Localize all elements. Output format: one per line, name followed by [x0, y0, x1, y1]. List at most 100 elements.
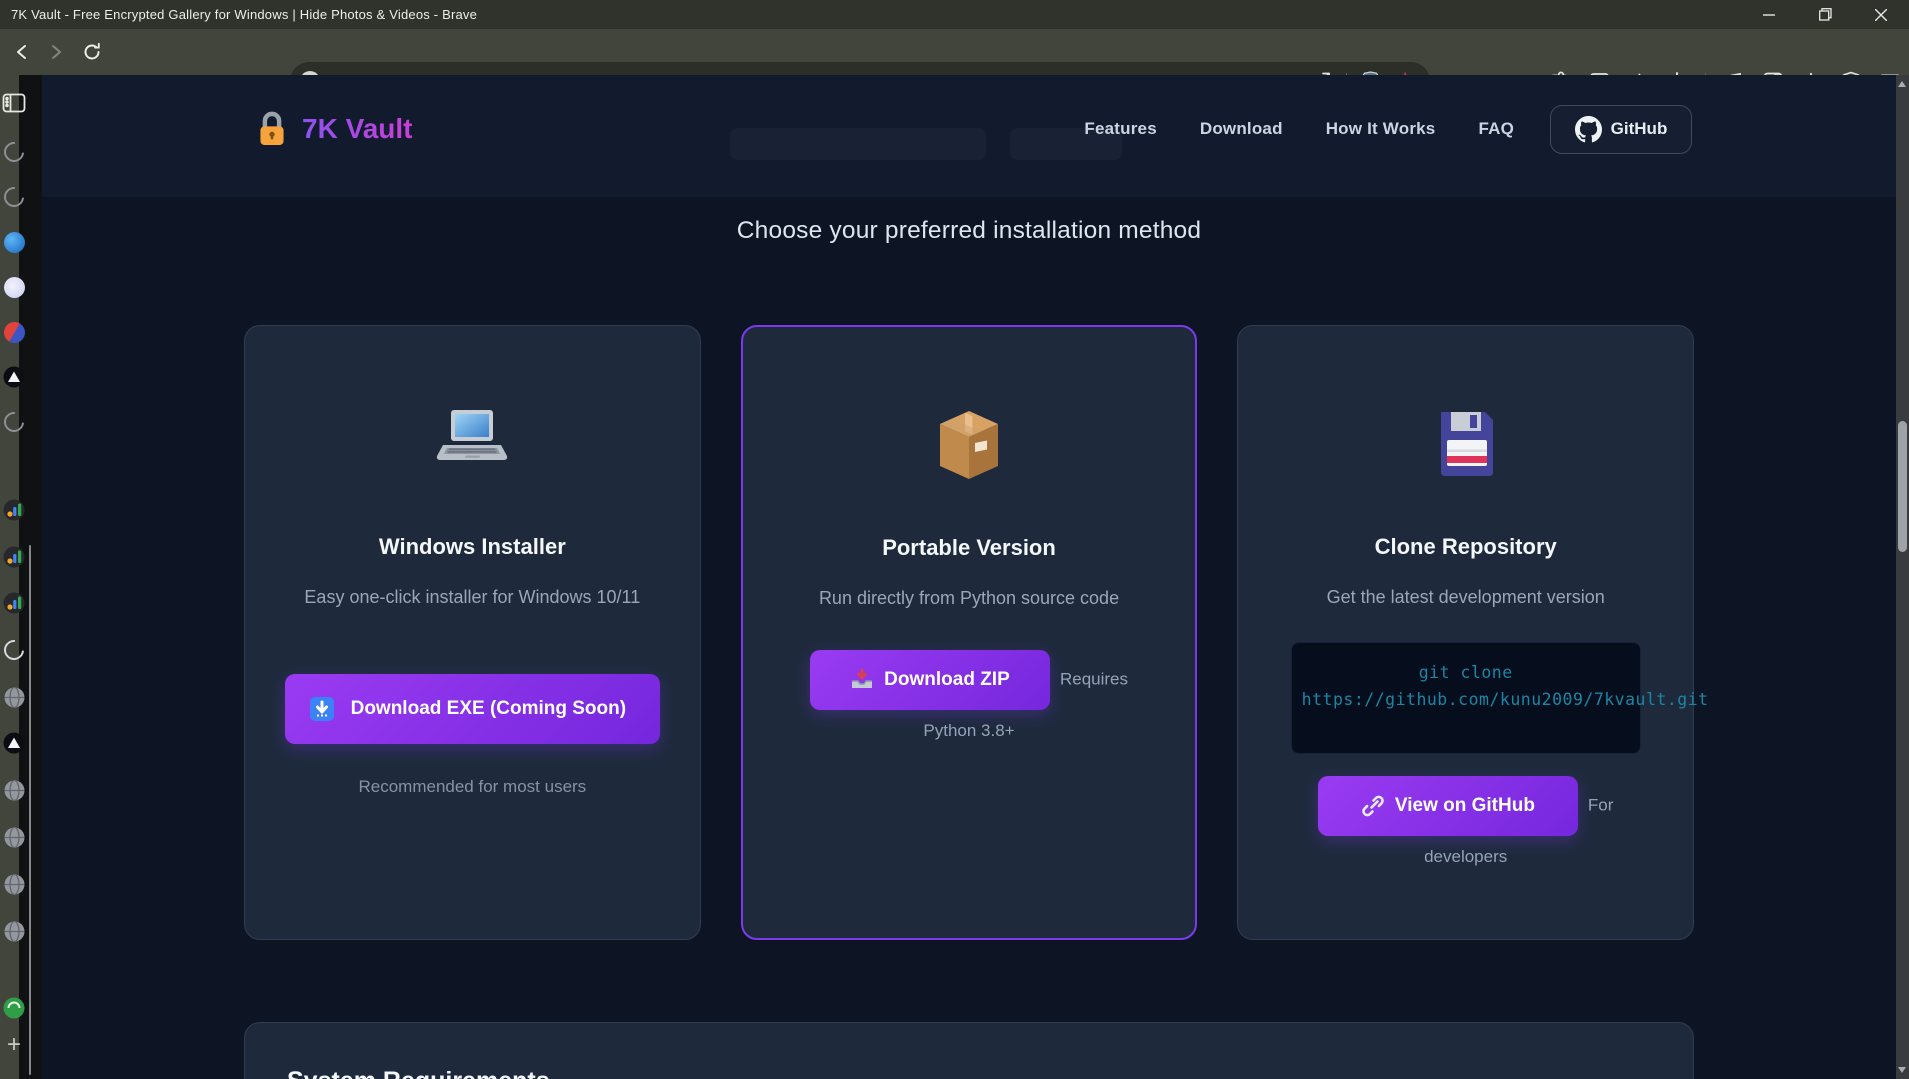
tab-favicon[interactable] [2, 498, 26, 522]
green-site-icon [3, 997, 25, 1019]
tab-favicon[interactable] [2, 685, 26, 709]
plus-icon: + [7, 1035, 21, 1055]
card-note: Recommended for most users [285, 777, 660, 797]
download-zip-button[interactable]: Download ZIP [810, 650, 1050, 710]
download-zip-label: Download ZIP [884, 669, 1010, 691]
git-clone-code: git clone https://github.com/kunu2009/7k… [1291, 642, 1641, 754]
scroll-down-arrow[interactable] [1898, 1067, 1906, 1073]
globe-site-icon [4, 780, 25, 801]
tab-favicon[interactable] [2, 545, 26, 569]
tab-favicon[interactable] [2, 365, 26, 389]
tab-favicon[interactable] [2, 778, 26, 802]
header-glow [730, 128, 986, 160]
globe-site-icon [4, 874, 25, 895]
tab-favicon[interactable] [2, 230, 26, 254]
nav-item-how-it-works[interactable]: How It Works [1326, 119, 1436, 139]
colorful-site-icon [4, 322, 25, 343]
blue-site-icon [4, 232, 25, 253]
tab-favicon[interactable] [2, 731, 26, 755]
card-windows-installer: Windows Installer Easy one-click install… [244, 325, 701, 940]
card-description: Get the latest development version [1278, 582, 1653, 612]
close-icon [1875, 9, 1887, 21]
tab-favicon[interactable] [2, 275, 26, 299]
tab-favicon[interactable] [2, 591, 26, 615]
window-titlebar: 7K Vault - Free Encrypted Gallery for Wi… [0, 0, 1909, 29]
site-header: 7K Vault Features Download How It Works … [42, 75, 1896, 197]
triangle-site-icon [3, 366, 25, 388]
card-description: Easy one-click installer for Windows 10/… [285, 582, 660, 612]
inbox-tray-icon [850, 668, 874, 692]
tab-favicon[interactable] [2, 919, 26, 943]
card-title: Clone Repository [1278, 534, 1653, 560]
card-portable-version: Portable Version Run directly from Pytho… [741, 325, 1198, 940]
nav-item-faq[interactable]: FAQ [1478, 119, 1514, 139]
browser-toolbar: i localhost:8000 [0, 29, 1909, 75]
scrollbar-thumb[interactable] [1898, 421, 1907, 552]
code-line: https://github.com/kunu2009/7kvault.git [1302, 690, 1630, 709]
system-requirements-heading: System Requirements [287, 1067, 1651, 1079]
minimize-icon [1763, 9, 1775, 21]
sidebar-panel-icon [2, 93, 26, 113]
restore-button[interactable] [1797, 0, 1853, 29]
back-button[interactable] [8, 38, 36, 66]
tabs-scrollbar[interactable] [29, 545, 31, 1075]
lock-icon [256, 110, 288, 148]
view-on-github-button[interactable]: View on GitHub [1318, 776, 1578, 836]
tab-favicon[interactable] [2, 872, 26, 896]
view-on-github-label: View on GitHub [1395, 795, 1535, 817]
card-title: Portable Version [783, 535, 1156, 561]
package-icon [928, 405, 1010, 485]
header-glow [1010, 128, 1122, 160]
tab-favicon[interactable] [2, 825, 26, 849]
minimize-button[interactable] [1741, 0, 1797, 29]
tab-favicon[interactable] [2, 410, 26, 434]
loading-spinner-icon [0, 138, 28, 166]
forward-icon [47, 43, 65, 61]
loading-spinner-icon [0, 183, 28, 211]
download-exe-label: Download EXE (Coming Soon) [341, 697, 636, 721]
toggle-sidebar-button[interactable] [2, 91, 26, 115]
card-action: View on GitHub For developers [1293, 776, 1638, 878]
window-title: 7K Vault - Free Encrypted Gallery for Wi… [0, 7, 477, 22]
github-icon [1575, 116, 1602, 143]
tab-favicon[interactable] [2, 140, 26, 164]
download-exe-button[interactable]: Download EXE (Coming Soon) [285, 674, 660, 744]
tab-favicon[interactable] [2, 320, 26, 344]
install-options: Windows Installer Easy one-click install… [244, 325, 1694, 940]
brand-name: 7K Vault [302, 113, 412, 145]
light-site-icon [4, 277, 25, 298]
github-button[interactable]: GitHub [1550, 105, 1692, 154]
forward-button[interactable] [42, 38, 70, 66]
card-description: Run directly from Python source code [783, 583, 1156, 613]
analytics-site-icon [3, 499, 25, 521]
code-line: git clone [1419, 663, 1513, 682]
link-icon [1361, 794, 1385, 818]
loading-spinner-icon [0, 408, 28, 436]
tab-favicon[interactable] [2, 996, 26, 1020]
section-heading: Choose your preferred installation metho… [42, 217, 1896, 245]
download-arrow-icon [309, 696, 335, 722]
loading-spinner-icon [0, 636, 28, 664]
analytics-site-icon [3, 546, 25, 568]
reload-button[interactable] [78, 38, 106, 66]
nav-item-download[interactable]: Download [1200, 119, 1283, 139]
floppy-disk-icon [1425, 404, 1507, 484]
close-button[interactable] [1853, 0, 1909, 29]
triangle-site-icon [3, 732, 25, 754]
laptop-icon [431, 404, 513, 484]
new-tab-button[interactable]: + [2, 1033, 26, 1057]
reload-icon [82, 42, 102, 62]
scroll-up-arrow[interactable] [1898, 81, 1906, 87]
card-clone-repository: Clone Repository Get the latest developm… [1237, 325, 1694, 940]
github-button-label: GitHub [1611, 119, 1668, 139]
page-scrollbar[interactable] [1896, 75, 1909, 1079]
globe-site-icon [4, 687, 25, 708]
analytics-site-icon [3, 592, 25, 614]
system-requirements-card: System Requirements [244, 1022, 1694, 1079]
globe-site-icon [4, 921, 25, 942]
tab-favicon[interactable] [2, 185, 26, 209]
vertical-tab-sidebar: + [0, 75, 42, 1079]
tab-favicon[interactable] [2, 638, 26, 662]
brand[interactable]: 7K Vault [256, 110, 412, 148]
nav-links: Features Download How It Works FAQ [1084, 119, 1514, 139]
